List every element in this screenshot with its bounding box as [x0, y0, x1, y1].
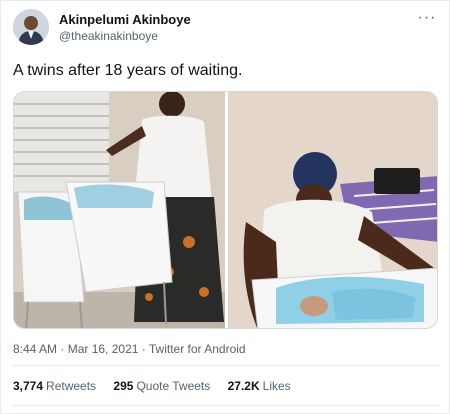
tweet-header: Akinpelumi Akinboye @theakinakinboye ··· [13, 9, 439, 49]
tweet-media[interactable] [13, 91, 438, 329]
avatar[interactable] [13, 9, 49, 45]
retweets-stat[interactable]: 3,774 Retweets [13, 378, 96, 394]
quote-tweets-stat[interactable]: 295 Quote Tweets [113, 378, 210, 394]
retweets-label: Retweets [46, 379, 97, 393]
divider [13, 365, 439, 366]
tweet-source[interactable]: Twitter for Android [149, 342, 246, 356]
user-info[interactable]: Akinpelumi Akinboye @theakinakinboye [59, 12, 191, 44]
more-horizontal-icon[interactable]: ··· [415, 10, 439, 31]
user-handle[interactable]: @theakinakinboye [59, 28, 191, 44]
likes-stat[interactable]: 27.2K Likes [228, 378, 291, 394]
meta-separator: · [57, 342, 68, 356]
quote-tweets-count: 295 [113, 379, 134, 393]
likes-count: 27.2K [227, 379, 260, 393]
tweet-time[interactable]: 8:44 AM [13, 342, 57, 356]
display-name[interactable]: Akinpelumi Akinboye [59, 12, 191, 28]
quote-tweets-label: Quote Tweets [136, 379, 211, 393]
retweets-count: 3,774 [13, 379, 44, 393]
meta-separator: · [138, 342, 149, 356]
tweet-stats: 3,774 Retweets 295 Quote Tweets 27.2K Likes [13, 378, 305, 394]
divider [13, 405, 439, 406]
tweet-date[interactable]: Mar 16, 2021 [68, 342, 139, 356]
likes-label: Likes [262, 379, 291, 393]
photo-left[interactable] [14, 92, 225, 329]
photo-right[interactable] [228, 92, 438, 329]
tweet-text: A twins after 18 years of waiting. [13, 62, 243, 79]
tweet-meta: 8:44 AM · Mar 16, 2021 · Twitter for And… [13, 341, 246, 357]
tweet-card: Akinpelumi Akinboye @theakinakinboye ···… [0, 0, 450, 414]
